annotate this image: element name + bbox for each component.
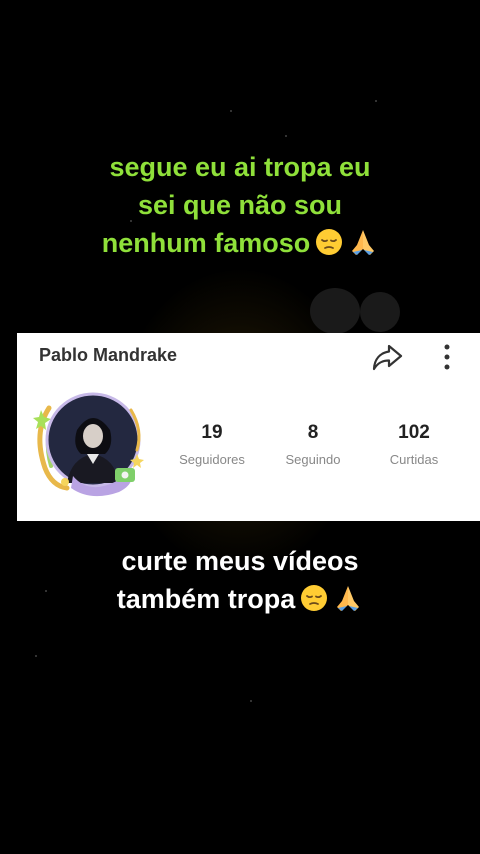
folded-hands-icon (337, 585, 360, 611)
background-star (250, 700, 252, 702)
following-label: Seguindo (285, 452, 341, 467)
share-button[interactable] (369, 339, 405, 375)
background-star (230, 110, 232, 112)
caption-top-line-3-text: nenhum famoso (101, 228, 311, 258)
likes-label: Curtidas (389, 452, 439, 467)
background-shape (360, 292, 400, 332)
more-vertical-icon (444, 344, 450, 370)
following-count: 8 (307, 422, 319, 443)
avatar-image (33, 392, 144, 497)
caption-top-line-1: segue eu ai tropa eu (109, 152, 371, 182)
caption-bottom-line-1: curte meus vídeos (121, 546, 359, 576)
followers-count: 19 (201, 422, 223, 443)
likes-count: 102 (398, 422, 430, 443)
background-star (375, 100, 377, 102)
following-stat[interactable]: 8 Seguindo (268, 421, 358, 469)
folded-hands-icon (352, 229, 375, 255)
profile-username: Pablo Mandrake (39, 345, 178, 365)
caption-bottom: curte meus vídeos também tropa (0, 542, 480, 618)
pensive-face-icon (316, 228, 343, 255)
more-options-button[interactable] (435, 339, 459, 375)
likes-stat[interactable]: 102 Curtidas (369, 421, 459, 469)
caption-top-line-2: sei que não sou (137, 190, 343, 220)
profile-card: Pablo Mandrake 19 Seguidores 8 Seguindo … (17, 333, 480, 521)
followers-stat[interactable]: 19 Seguidores (167, 421, 257, 469)
followers-label: Seguidores (179, 452, 245, 467)
background-shape (310, 288, 360, 334)
background-star (35, 655, 37, 657)
background-star (285, 135, 287, 137)
share-arrow-icon (372, 344, 403, 371)
caption-bottom-line-2-text: também tropa (116, 584, 296, 614)
caption-top-line-3: nenhum famoso (0, 224, 480, 262)
caption-bottom-line-2: também tropa (0, 580, 480, 618)
caption-top: segue eu ai tropa eu sei que não sou nen… (0, 148, 480, 262)
pensive-face-icon (301, 584, 328, 611)
profile-avatar[interactable] (27, 388, 147, 503)
